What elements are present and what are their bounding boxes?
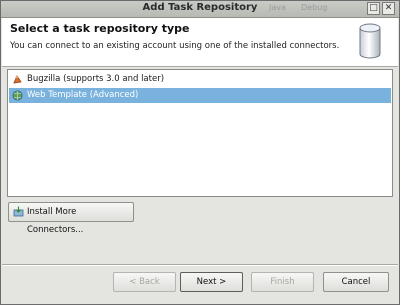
install-more-connectors-button[interactable]: Install More Connectors... xyxy=(8,202,134,235)
repository-cylinder-icon xyxy=(359,23,381,59)
maximize-icon[interactable]: □ xyxy=(367,2,380,15)
close-icon[interactable]: ✕ xyxy=(382,2,395,15)
list-item-web-template[interactable]: Web Template (Advanced) xyxy=(9,88,391,103)
cancel-button-label: Cancel xyxy=(341,277,371,287)
cancel-button[interactable]: Cancel xyxy=(323,272,389,292)
install-button-label: Install More Connectors... xyxy=(27,207,84,235)
finish-button-label: Finish xyxy=(270,277,295,287)
window-title: Add Task Repository xyxy=(142,2,258,13)
wizard-header: Select a task repository type You can co… xyxy=(2,18,398,67)
connector-label: Bugzilla (supports 3.0 and later) xyxy=(27,74,165,84)
install-plugin-icon xyxy=(13,206,24,217)
page-description: You can connect to an existing account u… xyxy=(10,41,340,51)
next-button[interactable]: Next > xyxy=(180,272,243,292)
list-item-bugzilla[interactable]: Bugzilla (supports 3.0 and later) xyxy=(9,72,391,87)
page-title: Select a task repository type xyxy=(10,22,190,35)
back-button-label: < Back xyxy=(129,277,160,287)
bugzilla-icon xyxy=(13,75,22,84)
web-globe-icon xyxy=(12,90,23,101)
next-button-label: Next > xyxy=(196,277,227,287)
add-task-repository-dialog: Java Debug Add Task Repository □ ✕ Selec… xyxy=(0,0,400,305)
button-bar-separator xyxy=(2,264,398,266)
back-button[interactable]: < Back xyxy=(113,272,176,292)
title-bar[interactable]: Java Debug Add Task Repository □ ✕ xyxy=(1,1,399,18)
finish-button[interactable]: Finish xyxy=(251,272,314,292)
connector-list[interactable]: Bugzilla (supports 3.0 and later) Web Te… xyxy=(7,69,393,197)
connector-label: Web Template (Advanced) xyxy=(27,90,139,100)
